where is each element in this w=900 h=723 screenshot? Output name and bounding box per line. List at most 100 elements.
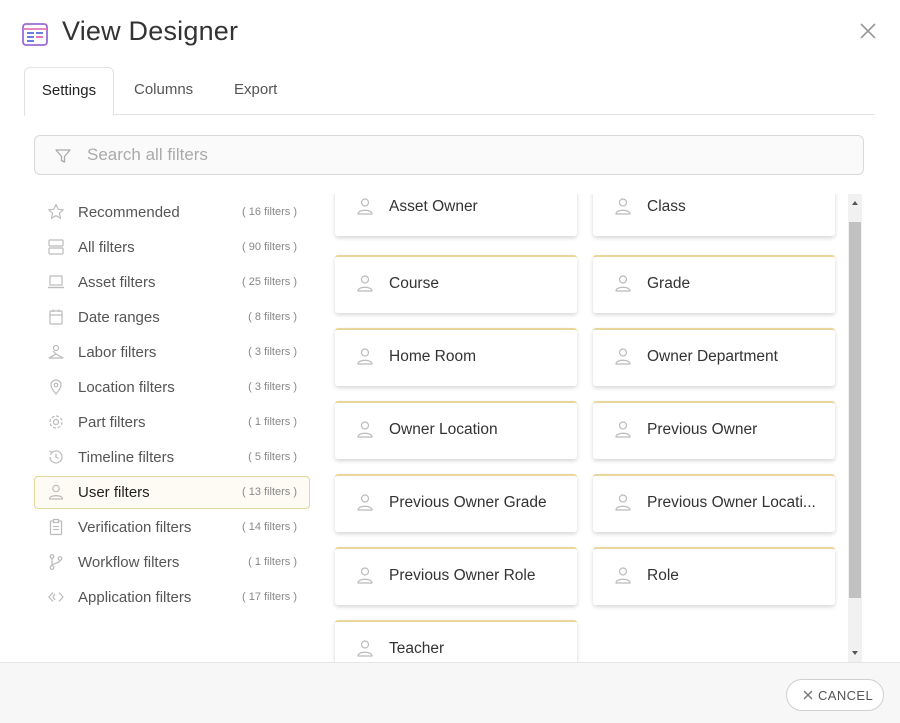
sidebar-item-label: Part filters: [78, 414, 146, 431]
scrollbar[interactable]: [848, 194, 862, 662]
sidebar-item-verification-filters[interactable]: Verification filters ( 14 filters ): [34, 511, 310, 544]
filter-card-course[interactable]: Course: [335, 255, 577, 313]
tab-columns[interactable]: Columns: [134, 67, 193, 113]
filter-card-class[interactable]: Class: [593, 194, 835, 236]
sidebar-item-part-filters[interactable]: Part filters ( 1 filters ): [34, 406, 310, 439]
filter-card-label: Owner Department: [647, 348, 778, 365]
user-icon: [357, 494, 373, 511]
sidebar-item-count: ( 14 filters ): [241, 521, 297, 533]
sidebar-item-label: All filters: [78, 239, 135, 256]
sidebar-item-labor-filters[interactable]: Labor filters ( 3 filters ): [34, 336, 310, 369]
sidebar-item-count: ( 13 filters ): [241, 486, 297, 498]
filter-card-label: Role: [647, 567, 679, 584]
sidebar-item-label: User filters: [78, 484, 150, 501]
sidebar-item-date-ranges[interactable]: Date ranges ( 8 filters ): [34, 301, 310, 334]
sidebar-item-recommended[interactable]: Recommended ( 16 filters ): [34, 196, 310, 229]
sidebar-item-count: ( 3 filters ): [248, 381, 297, 393]
dialog-title: View Designer: [62, 16, 239, 46]
cancel-button-label: CANCEL: [818, 688, 874, 703]
map-pin-icon: [50, 379, 62, 395]
tab-bar: Settings Columns Export: [24, 67, 875, 116]
user-icon: [357, 640, 373, 657]
sidebar-item-application-filters[interactable]: Application filters ( 17 filters ): [34, 581, 310, 614]
star-icon: [48, 203, 64, 219]
sidebar-item-label: Workflow filters: [78, 554, 180, 571]
filter-card-grid: Asset Owner Class Course Grade Home Room…: [330, 194, 846, 662]
filter-card-asset-owner[interactable]: Asset Owner: [335, 194, 577, 236]
sidebar-item-workflow-filters[interactable]: Workflow filters ( 1 filters ): [34, 546, 310, 579]
worker-icon: [48, 344, 64, 359]
user-icon: [357, 275, 373, 292]
user-icon: [615, 275, 631, 292]
filter-card-owner-department[interactable]: Owner Department: [593, 328, 835, 386]
filter-card-previous-owner-role[interactable]: Previous Owner Role: [335, 547, 577, 605]
tab-export[interactable]: Export: [234, 67, 277, 113]
user-icon: [615, 494, 631, 511]
gear-icon: [49, 415, 63, 429]
filter-category-sidebar: Recommended ( 16 filters ) All filters (…: [34, 196, 310, 616]
sidebar-item-label: Timeline filters: [78, 449, 175, 466]
filter-card-owner-location[interactable]: Owner Location: [335, 401, 577, 459]
filter-card-label: Home Room: [389, 348, 476, 365]
scrollbar-thumb[interactable]: [849, 222, 861, 598]
filter-card-label: Previous Owner: [647, 421, 758, 438]
sidebar-item-timeline-filters[interactable]: Timeline filters ( 5 filters ): [34, 441, 310, 474]
sidebar-item-count: ( 17 filters ): [241, 591, 297, 603]
filter-card-previous-owner[interactable]: Previous Owner: [593, 401, 835, 459]
dialog-footer: CANCEL: [0, 662, 900, 723]
close-icon[interactable]: [858, 21, 878, 41]
sidebar-item-label: Date ranges: [78, 309, 160, 326]
calendar-icon: [49, 309, 63, 325]
filter-card-label: Grade: [647, 275, 691, 292]
search-input[interactable]: [85, 136, 849, 174]
sidebar-item-all-filters[interactable]: All filters ( 90 filters ): [34, 231, 310, 264]
sidebar-item-location-filters[interactable]: Location filters ( 3 filters ): [34, 371, 310, 404]
filter-card-label: Course: [389, 275, 439, 292]
sidebar-item-count: ( 25 filters ): [241, 276, 297, 288]
filter-card-previous-owner-location[interactable]: Previous Owner Locati...: [593, 474, 835, 532]
dialog-header: View Designer: [0, 0, 900, 66]
history-icon: [49, 450, 63, 464]
filter-card-teacher[interactable]: Teacher: [335, 620, 577, 662]
sidebar-item-label: Application filters: [78, 589, 192, 606]
code-icon: [48, 592, 64, 602]
filter-card-label: Teacher: [389, 640, 445, 657]
cancel-button[interactable]: CANCEL: [786, 679, 884, 711]
tab-settings[interactable]: Settings: [24, 67, 114, 116]
sidebar-item-label: Location filters: [78, 379, 175, 396]
filter-icon: [55, 149, 71, 163]
sidebar-item-count: ( 1 filters ): [248, 556, 297, 568]
view-designer-icon: [22, 23, 48, 46]
clipboard-icon: [49, 518, 63, 536]
branch-icon: [49, 554, 63, 570]
filter-card-role[interactable]: Role: [593, 547, 835, 605]
close-icon: [803, 690, 813, 700]
filter-card-label: Previous Owner Grade: [389, 494, 547, 511]
user-icon: [357, 198, 373, 215]
server-icon: [48, 239, 64, 255]
scroll-up-arrow-icon[interactable]: [848, 196, 862, 210]
scroll-down-arrow-icon[interactable]: [848, 646, 862, 660]
search-bar: [34, 135, 864, 175]
sidebar-item-count: ( 16 filters ): [241, 206, 297, 218]
sidebar-item-asset-filters[interactable]: Asset filters ( 25 filters ): [34, 266, 310, 299]
user-icon: [615, 567, 631, 584]
sidebar-item-count: ( 5 filters ): [248, 451, 297, 463]
filter-card-label: Previous Owner Locati...: [647, 494, 816, 511]
filter-card-label: Owner Location: [389, 421, 498, 438]
sidebar-item-label: Recommended: [78, 204, 180, 221]
filter-card-grade[interactable]: Grade: [593, 255, 835, 313]
sidebar-item-label: Labor filters: [78, 344, 157, 361]
laptop-icon: [48, 275, 64, 289]
sidebar-item-user-filters[interactable]: User filters ( 13 filters ): [34, 476, 310, 509]
filter-card-label: Asset Owner: [389, 198, 478, 215]
filter-card-previous-owner-grade[interactable]: Previous Owner Grade: [335, 474, 577, 532]
filter-card-label: Class: [647, 198, 686, 215]
user-icon: [615, 198, 631, 215]
sidebar-item-label: Asset filters: [78, 274, 156, 291]
user-icon: [48, 484, 64, 500]
sidebar-item-label: Verification filters: [78, 519, 192, 536]
filter-card-home-room[interactable]: Home Room: [335, 328, 577, 386]
sidebar-item-count: ( 1 filters ): [248, 416, 297, 428]
user-icon: [357, 567, 373, 584]
